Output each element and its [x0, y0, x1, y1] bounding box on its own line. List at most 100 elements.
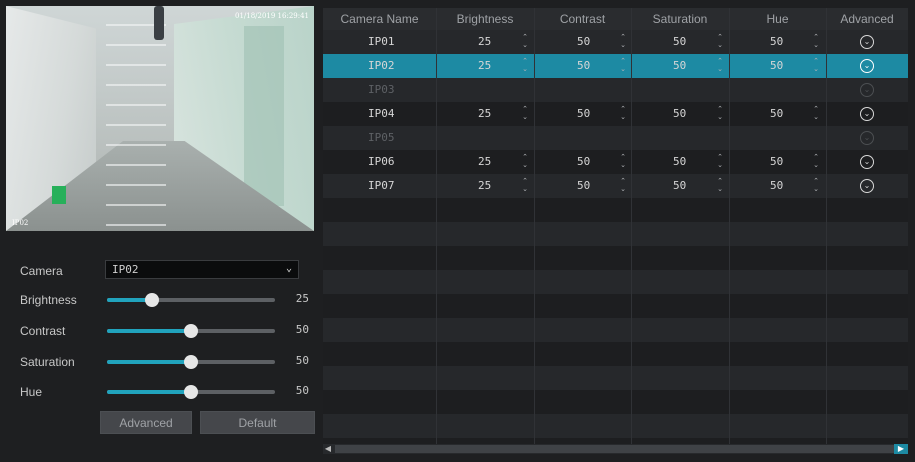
table-row[interactable]: IP03 ⌄: [323, 78, 908, 102]
spinner-icon[interactable]: ⌃ ⌄: [521, 106, 529, 122]
cell-brightness[interactable]: 25: [478, 150, 491, 174]
spinner-icon[interactable]: ⌃ ⌄: [619, 34, 627, 50]
header-brightness[interactable]: Brightness: [436, 8, 534, 30]
scroll-left-arrow-icon[interactable]: ◀: [323, 444, 333, 454]
table-row: [323, 342, 908, 366]
header-hue[interactable]: Hue: [729, 8, 826, 30]
advanced-chevron-icon[interactable]: ⌄: [860, 179, 874, 193]
horizontal-scrollbar[interactable]: ◀ ▶: [323, 444, 908, 454]
table-row: [323, 366, 908, 390]
saturation-slider[interactable]: [107, 355, 275, 369]
cell-brightness[interactable]: 25: [478, 30, 491, 54]
preview-exit-sign: [52, 186, 66, 204]
contrast-slider-knob[interactable]: [184, 324, 198, 338]
spinner-icon[interactable]: ⌃ ⌄: [812, 106, 820, 122]
brightness-value: 25: [295, 292, 309, 305]
cell-saturation[interactable]: 50: [673, 30, 686, 54]
table-row: [323, 222, 908, 246]
advanced-chevron-icon[interactable]: ⌄: [860, 59, 874, 73]
spinner-icon[interactable]: ⌃ ⌄: [812, 58, 820, 74]
table-row: [323, 294, 908, 318]
cell-camera-name: IP07: [368, 179, 395, 192]
cell-brightness[interactable]: 25: [478, 102, 491, 126]
cell-brightness[interactable]: 25: [478, 54, 491, 78]
preview-camera-label: IP02: [12, 219, 29, 227]
header-camera-name[interactable]: Camera Name: [323, 8, 436, 30]
advanced-chevron-icon: ⌄: [860, 83, 874, 97]
spinner-icon[interactable]: ⌃ ⌄: [812, 178, 820, 194]
cell-hue[interactable]: 50: [770, 150, 783, 174]
cell-contrast[interactable]: 50: [577, 150, 590, 174]
cell-camera-name: IP04: [368, 107, 395, 120]
advanced-chevron-icon[interactable]: ⌄: [860, 35, 874, 49]
advanced-chevron-icon[interactable]: ⌄: [860, 155, 874, 169]
cell-saturation[interactable]: 50: [673, 102, 686, 126]
camera-label: Camera: [20, 264, 63, 278]
table-row[interactable]: IP01 25 ⌃ ⌄ 50 ⌃ ⌄ 50 ⌃ ⌄ 50 ⌃ ⌄ ⌄: [323, 30, 908, 54]
spinner-icon[interactable]: ⌃ ⌄: [521, 58, 529, 74]
cell-brightness[interactable]: 25: [478, 174, 491, 198]
table-row: [323, 318, 908, 342]
table-row: [323, 390, 908, 414]
spinner-icon[interactable]: ⌃ ⌄: [521, 154, 529, 170]
header-advanced[interactable]: Advanced: [826, 8, 908, 30]
cell-hue[interactable]: 50: [770, 102, 783, 126]
cell-contrast[interactable]: 50: [577, 174, 590, 198]
hue-slider[interactable]: [107, 385, 275, 399]
spinner-icon[interactable]: ⌃ ⌄: [716, 58, 724, 74]
spinner-icon[interactable]: ⌃ ⌄: [716, 178, 724, 194]
column-divider: [729, 8, 730, 444]
camera-image-table: IP01 25 ⌃ ⌄ 50 ⌃ ⌄ 50 ⌃ ⌄ 50 ⌃ ⌄ ⌄ IP02 25 ⌃ ⌄ 50 ⌃ ⌄ 50 ⌃ ⌄ 50 ⌃…: [323, 8, 908, 454]
contrast-slider[interactable]: [107, 324, 275, 338]
table-row[interactable]: IP04 25 ⌃ ⌄ 50 ⌃ ⌄ 50 ⌃ ⌄ 50 ⌃ ⌄ ⌄: [323, 102, 908, 126]
table-row[interactable]: IP06 25 ⌃ ⌄ 50 ⌃ ⌄ 50 ⌃ ⌄ 50 ⌃ ⌄ ⌄: [323, 150, 908, 174]
spinner-icon[interactable]: ⌃ ⌄: [716, 106, 724, 122]
preview-person: [154, 6, 164, 40]
cell-hue[interactable]: 50: [770, 174, 783, 198]
cell-saturation[interactable]: 50: [673, 54, 686, 78]
saturation-slider-fill: [107, 360, 191, 364]
cell-hue[interactable]: 50: [770, 54, 783, 78]
spinner-icon[interactable]: ⌃ ⌄: [521, 178, 529, 194]
table-row[interactable]: IP05 ⌄: [323, 126, 908, 150]
table-row: [323, 198, 908, 222]
table-row: [323, 270, 908, 294]
column-divider: [826, 8, 827, 444]
saturation-label: Saturation: [20, 355, 75, 369]
spinner-icon[interactable]: ⌃ ⌄: [716, 34, 724, 50]
contrast-label: Contrast: [20, 324, 66, 338]
cell-hue[interactable]: 50: [770, 30, 783, 54]
advanced-chevron-icon[interactable]: ⌄: [860, 107, 874, 121]
cell-contrast[interactable]: 50: [577, 54, 590, 78]
hue-slider-knob[interactable]: [184, 385, 198, 399]
scrollbar-thumb[interactable]: [335, 445, 895, 453]
advanced-button[interactable]: Advanced: [100, 411, 192, 434]
cell-saturation[interactable]: 50: [673, 174, 686, 198]
cell-camera-name: IP01: [368, 35, 395, 48]
default-button[interactable]: Default: [200, 411, 315, 434]
spinner-icon[interactable]: ⌃ ⌄: [716, 154, 724, 170]
table-row[interactable]: IP07 25 ⌃ ⌄ 50 ⌃ ⌄ 50 ⌃ ⌄ 50 ⌃ ⌄ ⌄: [323, 174, 908, 198]
spinner-icon[interactable]: ⌃ ⌄: [619, 154, 627, 170]
camera-select[interactable]: IP02 ⌄: [105, 260, 299, 279]
spinner-icon[interactable]: ⌃ ⌄: [812, 34, 820, 50]
spinner-icon[interactable]: ⌃ ⌄: [619, 58, 627, 74]
spinner-icon[interactable]: ⌃ ⌄: [619, 106, 627, 122]
header-saturation[interactable]: Saturation: [631, 8, 729, 30]
cell-contrast[interactable]: 50: [577, 102, 590, 126]
cell-camera-name: IP06: [368, 155, 395, 168]
column-divider: [631, 8, 632, 444]
table-row[interactable]: IP02 25 ⌃ ⌄ 50 ⌃ ⌄ 50 ⌃ ⌄ 50 ⌃ ⌄ ⌄: [323, 54, 908, 78]
cell-contrast[interactable]: 50: [577, 30, 590, 54]
hue-slider-fill: [107, 390, 191, 394]
brightness-slider-knob[interactable]: [145, 293, 160, 307]
scroll-right-arrow-icon[interactable]: ▶: [894, 444, 908, 454]
spinner-icon[interactable]: ⌃ ⌄: [812, 154, 820, 170]
spinner-icon[interactable]: ⌃ ⌄: [619, 178, 627, 194]
header-contrast[interactable]: Contrast: [534, 8, 631, 30]
spinner-icon[interactable]: ⌃ ⌄: [521, 34, 529, 50]
cell-saturation[interactable]: 50: [673, 150, 686, 174]
brightness-slider[interactable]: [107, 293, 275, 307]
preview-door: [244, 26, 284, 206]
saturation-slider-knob[interactable]: [184, 355, 198, 369]
